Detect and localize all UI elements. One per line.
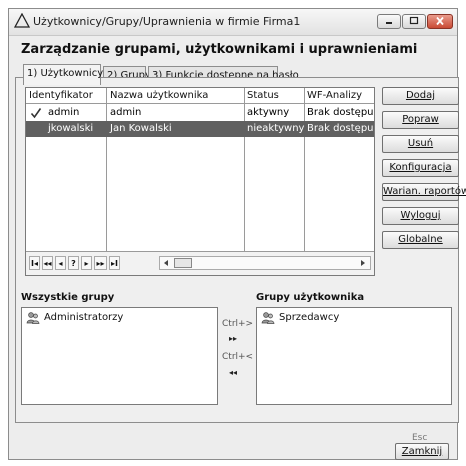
report-variants-button[interactable]: Warian. raportów [382, 183, 466, 201]
column-header-status[interactable]: Status [247, 90, 279, 101]
prev-record-button[interactable]: ◂ [55, 256, 66, 270]
cell-status: nieaktywny [247, 123, 305, 134]
record-navigator: I◂ ◂◂ ◂ ? ▸ ▸▸ ▸I [26, 251, 374, 275]
all-groups-label: Wszystkie grupy [21, 292, 115, 303]
table-row[interactable]: jkowalski Jan Kowalski nieaktywny Brak d… [26, 121, 374, 137]
minimize-icon [386, 22, 392, 24]
horizontal-scrollbar[interactable] [159, 256, 371, 270]
global-button[interactable]: Globalne [382, 231, 459, 249]
column-header-name[interactable]: Nazwa użytkownika [110, 90, 208, 101]
list-item[interactable]: Administratorzy [26, 312, 124, 324]
esc-hint: Esc [412, 433, 428, 443]
user-groups-label: Grupy użytkownika [256, 292, 365, 303]
maximize-button[interactable] [402, 14, 426, 29]
remove-group-button[interactable]: ◂◂ [229, 368, 237, 377]
close-window-button[interactable] [427, 14, 453, 29]
first-record-button[interactable]: I◂ [29, 256, 40, 270]
group-name: Sprzedawcy [279, 312, 340, 323]
list-item[interactable]: Sprzedawcy [261, 312, 340, 324]
cell-wf: Brak dostępu [307, 123, 374, 134]
group-name: Administratorzy [44, 312, 124, 323]
add-shortcut-label: Ctrl+> [222, 319, 254, 329]
remove-shortcut-label: Ctrl+< [222, 352, 254, 362]
title-bar[interactable]: Użytkownicy/Grupy/Uprawnienia w firmie F… [9, 9, 457, 36]
column-header-wf[interactable]: WF-Analizy [307, 90, 362, 101]
tab-panel-users: Identyfikator Nazwa użytkownika Status W… [15, 77, 466, 423]
user-group-icon [261, 312, 275, 324]
cell-status: aktywny [247, 107, 290, 118]
cell-identifier: jkowalski [48, 123, 94, 134]
user-groups-list[interactable]: Sprzedawcy [256, 307, 452, 405]
configuration-button[interactable]: Konfiguracja [382, 159, 459, 177]
table-row[interactable]: admin admin aktywny Brak dostępu [26, 105, 374, 121]
cell-wf: Brak dostępu [307, 107, 374, 118]
page-title: Zarządzanie grupami, użytkownikami i upr… [21, 42, 418, 57]
close-icon [436, 16, 444, 26]
user-group-icon [26, 312, 40, 324]
header-divider [26, 103, 374, 104]
scrollbar-thumb[interactable] [174, 258, 192, 268]
cell-identifier: admin [48, 107, 80, 118]
close-button[interactable]: Zamknij [395, 443, 449, 460]
users-table: Identyfikator Nazwa użytkownika Status W… [25, 87, 375, 276]
edit-button[interactable]: Popraw [382, 111, 459, 129]
add-button[interactable]: Dodaj [382, 87, 459, 105]
next-page-button[interactable]: ▸▸ [94, 256, 107, 270]
minimize-button[interactable] [377, 14, 401, 29]
warning-triangle-icon [14, 13, 30, 28]
prev-page-button[interactable]: ◂◂ [42, 256, 53, 270]
column-header-identifier[interactable]: Identyfikator [29, 90, 93, 101]
app-window: Użytkownicy/Grupy/Uprawnienia w firmie F… [8, 8, 466, 460]
logout-button[interactable]: Wyloguj [382, 207, 459, 225]
tab-users[interactable]: 1) Użytkownicy [23, 64, 103, 85]
last-record-button[interactable]: ▸I [109, 256, 120, 270]
delete-button[interactable]: Usuń [382, 135, 459, 153]
checkmark-icon [30, 108, 42, 119]
scroll-right-icon[interactable] [359, 259, 367, 267]
maximize-icon [409, 16, 419, 25]
window-title: Użytkownicy/Grupy/Uprawnienia w firmie F… [33, 15, 301, 28]
add-group-button[interactable]: ▸▸ [229, 334, 237, 343]
cell-name: Jan Kowalski [110, 123, 172, 134]
help-button[interactable]: ? [68, 256, 79, 270]
all-groups-list[interactable]: Administratorzy [21, 307, 218, 405]
scroll-left-icon[interactable] [162, 259, 170, 267]
next-record-button[interactable]: ▸ [81, 256, 92, 270]
cell-name: admin [110, 107, 142, 118]
